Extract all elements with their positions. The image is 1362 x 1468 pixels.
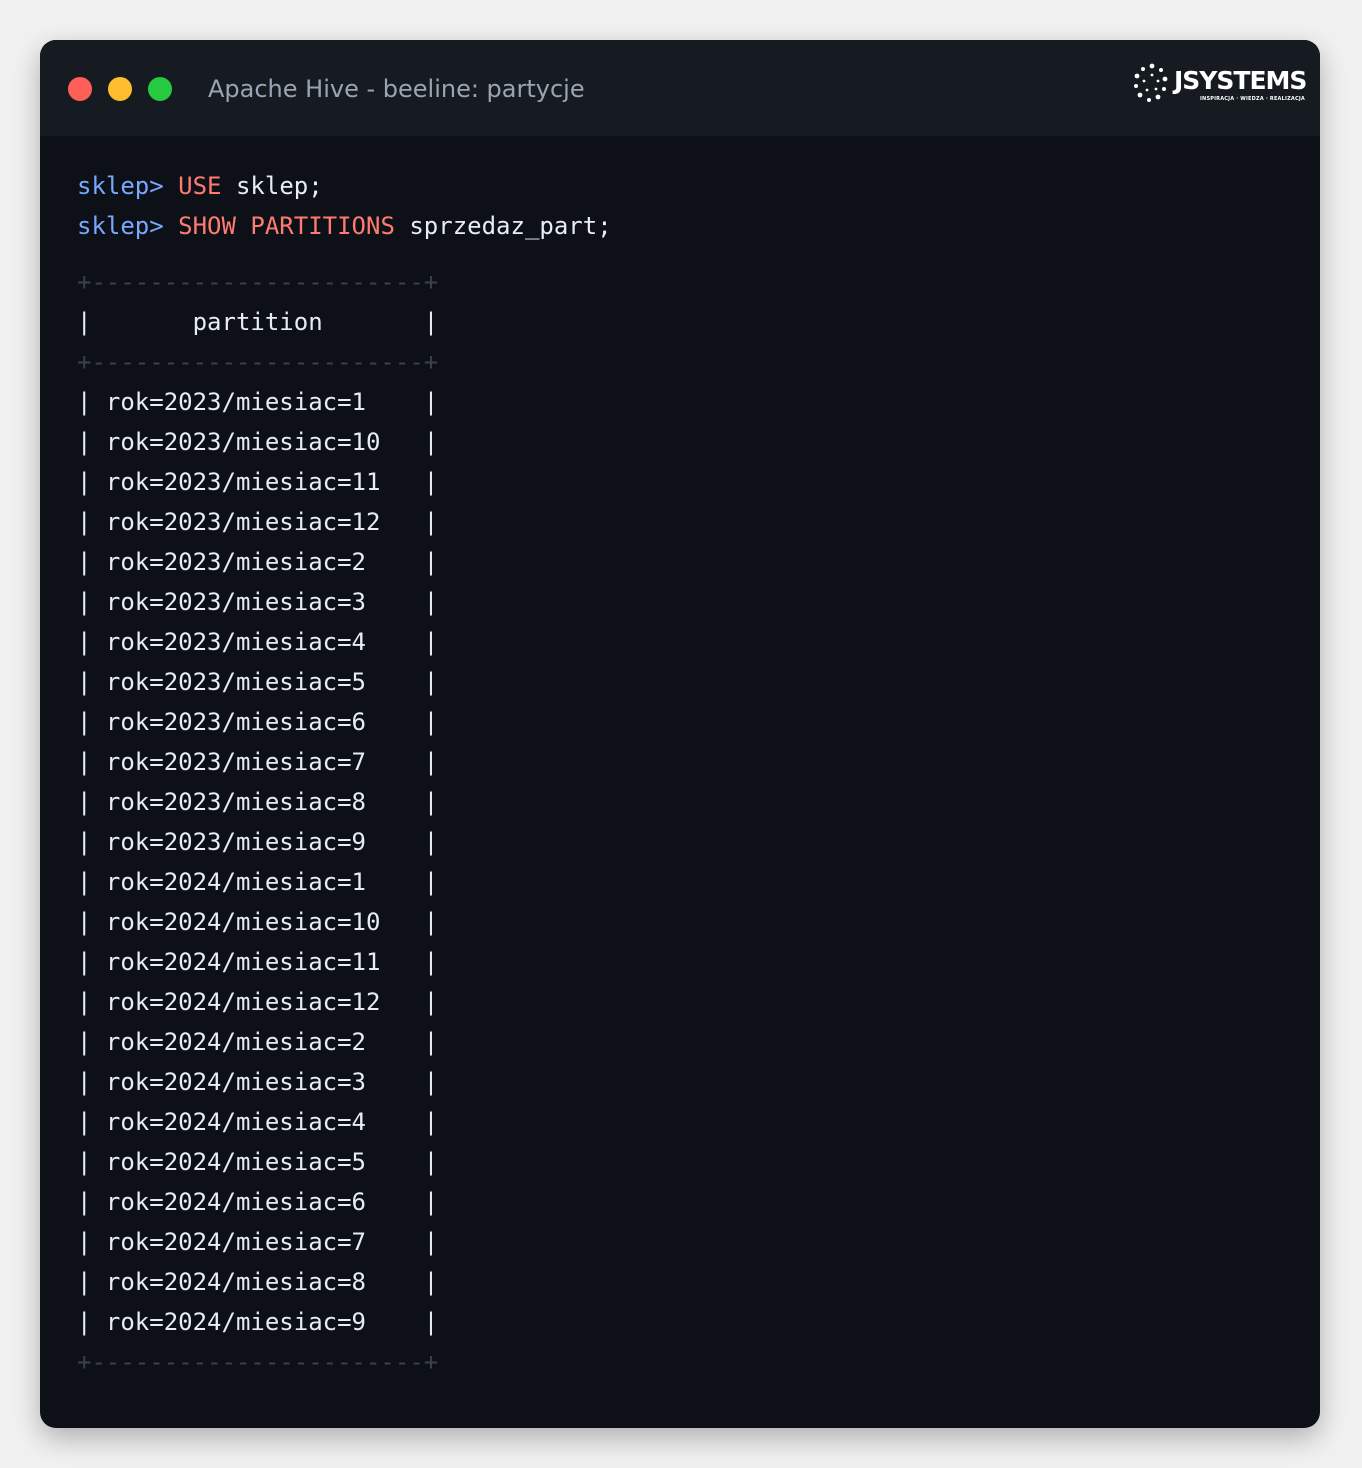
table-row: | rok=2023/miesiac=3 | — [77, 588, 439, 616]
prompt: sklep> — [77, 172, 164, 200]
sql-keyword: USE — [178, 172, 222, 200]
table-row: | rok=2023/miesiac=11 | — [77, 468, 439, 496]
table-border-bottom: +-----------------------+ — [77, 1348, 439, 1376]
table-header: | partition | — [77, 308, 439, 336]
table-row: | rok=2024/miesiac=12 | — [77, 988, 439, 1016]
sql-argument: sprzedaz_part; — [409, 212, 612, 240]
sql-keyword: SHOW PARTITIONS — [178, 212, 395, 240]
table-row: | rok=2023/miesiac=9 | — [77, 828, 439, 856]
title-bar: Apache Hive - beeline: partycje JSYSTEMS… — [40, 40, 1320, 136]
sql-argument: sklep; — [235, 172, 323, 200]
table-row: | rok=2024/miesiac=10 | — [77, 908, 439, 936]
table-row: | rok=2023/miesiac=4 | — [77, 628, 439, 656]
table-row: | rok=2024/miesiac=7 | — [77, 1228, 439, 1256]
table-row: | rok=2024/miesiac=3 | — [77, 1068, 439, 1096]
table-row: | rok=2024/miesiac=11 | — [77, 948, 439, 976]
logo-wordmark: JSYSTEMS — [1174, 66, 1307, 95]
partition-rows: | rok=2023/miesiac=1 | | rok=2023/miesiac… — [77, 382, 612, 1342]
table-border-header: +-----------------------+ — [77, 348, 439, 376]
table-row: | rok=2024/miesiac=2 | — [77, 1028, 439, 1056]
prompt: sklep> — [77, 212, 164, 240]
table-row: | rok=2023/miesiac=12 | — [77, 508, 439, 536]
logo-dots-icon — [1134, 63, 1168, 102]
table-row: | rok=2024/miesiac=1 | — [77, 868, 439, 896]
table-row: | rok=2023/miesiac=1 | — [77, 388, 439, 416]
table-row: | rok=2023/miesiac=7 | — [77, 748, 439, 776]
jsystems-logo: JSYSTEMS INSPIRACJA · WIEDZA · REALIZACJ… — [1132, 62, 1307, 106]
minimize-button[interactable] — [108, 77, 132, 101]
command-line: sklep> SHOW PARTITIONS sprzedaz_part; — [77, 206, 612, 246]
table-row: | rok=2024/miesiac=4 | — [77, 1108, 439, 1136]
terminal-window: Apache Hive - beeline: partycje JSYSTEMS… — [40, 40, 1320, 1428]
table-row: | rok=2023/miesiac=10 | — [77, 428, 439, 456]
close-button[interactable] — [68, 77, 92, 101]
table-row: | rok=2023/miesiac=5 | — [77, 668, 439, 696]
logo-tagline: INSPIRACJA · WIEDZA · REALIZACJA — [1200, 96, 1305, 102]
table-row: | rok=2024/miesiac=5 | — [77, 1148, 439, 1176]
table-row: | rok=2023/miesiac=8 | — [77, 788, 439, 816]
table-row: | rok=2023/miesiac=6 | — [77, 708, 439, 736]
table-row: | rok=2024/miesiac=9 | — [77, 1308, 439, 1336]
command-line: sklep> USE sklep; — [77, 166, 612, 206]
table-row: | rok=2023/miesiac=2 | — [77, 548, 439, 576]
window-title: Apache Hive - beeline: partycje — [208, 75, 585, 103]
table-row: | rok=2024/miesiac=8 | — [77, 1268, 439, 1296]
table-row: | rok=2024/miesiac=6 | — [77, 1188, 439, 1216]
terminal-output: sklep> USE sklep; sklep> SHOW PARTITIONS… — [77, 166, 612, 1382]
maximize-button[interactable] — [148, 77, 172, 101]
table-border-top: +-----------------------+ — [77, 268, 439, 296]
